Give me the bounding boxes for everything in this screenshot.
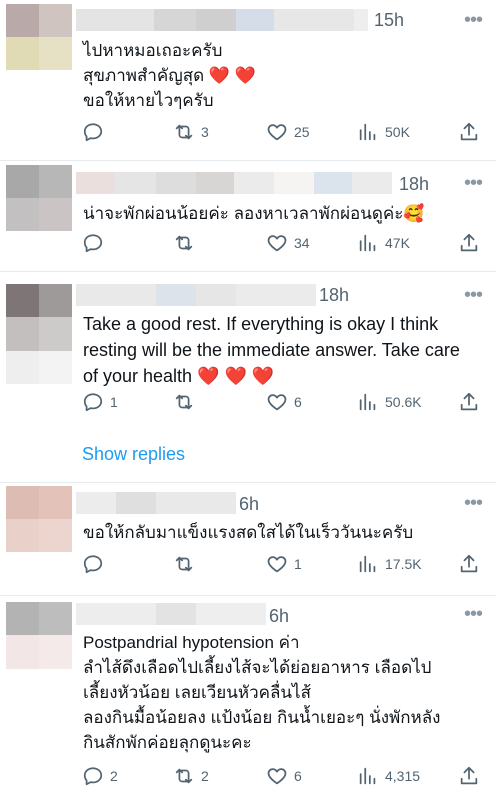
retweet-icon [175, 235, 193, 251]
avatar[interactable] [6, 165, 72, 231]
heart-icon [267, 394, 287, 411]
reply-count: 1 [110, 394, 118, 410]
avatar[interactable] [6, 4, 72, 70]
timestamp[interactable]: 18h [399, 174, 429, 195]
reply-icon [83, 234, 103, 253]
share-button[interactable] [458, 388, 480, 416]
like-button[interactable]: 6 [266, 388, 302, 416]
share-icon [460, 233, 478, 252]
share-button[interactable] [458, 762, 480, 790]
like-count: 6 [294, 394, 302, 410]
like-button[interactable]: 25 [266, 118, 310, 146]
views-button[interactable]: 50K [357, 118, 410, 146]
share-icon [460, 766, 478, 785]
views-count: 47K [385, 235, 410, 251]
like-count: 1 [294, 556, 302, 572]
reply-icon [83, 393, 103, 412]
retweet-icon [175, 556, 193, 572]
reply-tweet[interactable]: 15h ••• ไปหาหมอเถอะครับ สุขภาพสำคัญสุด ❤… [0, 0, 496, 161]
timestamp[interactable]: 6h [269, 606, 289, 627]
timestamp[interactable]: 15h [374, 10, 404, 31]
reply-button[interactable] [82, 118, 110, 146]
author-name[interactable] [76, 172, 392, 194]
reply-icon [83, 767, 103, 786]
retweet-count: 3 [201, 124, 209, 140]
like-button[interactable]: 1 [266, 550, 302, 578]
heart-icon [267, 556, 287, 573]
views-icon [359, 767, 376, 785]
show-replies-link[interactable]: Show replies [82, 444, 185, 465]
reply-tweet[interactable]: 6h ••• ขอให้กลับมาแข็งแรงสดใสได้ในเร็ววั… [0, 483, 496, 596]
reply-tweet[interactable]: 18h ••• Take a good rest. If everything … [0, 272, 496, 483]
tweet-text: ไปหาหมอเถอะครับ สุขภาพสำคัญสุด ❤️ ❤️ ขอใ… [83, 41, 256, 110]
views-icon [359, 123, 376, 141]
heart-icon [267, 124, 287, 141]
retweet-icon [175, 768, 193, 784]
reply-button[interactable] [82, 550, 110, 578]
reply-count: 2 [110, 768, 118, 784]
more-icon[interactable]: ••• [464, 172, 483, 195]
more-icon[interactable]: ••• [464, 284, 483, 307]
retweet-button[interactable] [173, 229, 201, 257]
like-count: 25 [294, 124, 310, 140]
share-icon [460, 554, 478, 573]
timestamp[interactable]: 18h [319, 285, 349, 306]
share-icon [460, 122, 478, 141]
heart-icon [267, 235, 287, 252]
author-name[interactable] [76, 603, 266, 625]
retweet-count: 2 [201, 768, 209, 784]
retweet-button[interactable]: 2 [173, 762, 209, 790]
reply-button[interactable]: 1 [82, 388, 118, 416]
share-button[interactable] [458, 118, 480, 146]
share-icon [460, 392, 478, 411]
like-count: 34 [294, 235, 310, 251]
reply-tweet[interactable]: 6h ••• Postpandrial hypotension ค่า ลำไส… [0, 596, 496, 800]
tweet-text: Postpandrial hypotension ค่า ลำไส้ดึงเลื… [83, 633, 441, 752]
author-name[interactable] [76, 9, 368, 31]
views-count: 50.6K [385, 394, 422, 410]
views-button[interactable]: 47K [357, 229, 410, 257]
retweet-button[interactable] [173, 550, 201, 578]
like-button[interactable]: 6 [266, 762, 302, 790]
views-button[interactable]: 17.5K [357, 550, 422, 578]
share-button[interactable] [458, 550, 480, 578]
avatar[interactable] [6, 602, 72, 702]
timestamp[interactable]: 6h [239, 494, 259, 515]
avatar[interactable] [6, 486, 72, 552]
like-button[interactable]: 34 [266, 229, 310, 257]
more-icon[interactable]: ••• [464, 492, 483, 515]
share-button[interactable] [458, 229, 480, 257]
reply-icon [83, 123, 103, 142]
views-icon [359, 234, 376, 252]
tweet-text: น่าจะพักผ่อนน้อยค่ะ ลองหาเวลาพักผ่อนดูค่… [83, 204, 425, 223]
reply-button[interactable] [82, 229, 110, 257]
reply-tweet[interactable]: 18h ••• น่าจะพักผ่อนน้อยค่ะ ลองหาเวลาพัก… [0, 161, 496, 272]
views-count: 50K [385, 124, 410, 140]
more-icon[interactable]: ••• [464, 9, 483, 32]
retweet-icon [175, 394, 193, 410]
more-icon[interactable]: ••• [464, 603, 483, 626]
retweet-icon [175, 124, 193, 140]
views-icon [359, 555, 376, 573]
reply-icon [83, 555, 103, 574]
views-count: 4,315 [385, 768, 421, 784]
like-count: 6 [294, 768, 302, 784]
views-button[interactable]: 4,315 [357, 762, 420, 790]
retweet-button[interactable]: 3 [173, 118, 209, 146]
tweet-text: Take a good rest. If everything is okay … [83, 314, 460, 386]
retweet-button[interactable] [173, 388, 201, 416]
views-count: 17.5K [385, 556, 422, 572]
tweet-text: ขอให้กลับมาแข็งแรงสดใสได้ในเร็ววันนะครับ [83, 523, 414, 542]
views-button[interactable]: 50.6K [357, 388, 422, 416]
author-name[interactable] [76, 492, 236, 514]
author-name[interactable] [76, 284, 316, 306]
views-icon [359, 393, 376, 411]
heart-icon [267, 768, 287, 785]
reply-button[interactable]: 2 [82, 762, 118, 790]
avatar[interactable] [6, 284, 72, 384]
